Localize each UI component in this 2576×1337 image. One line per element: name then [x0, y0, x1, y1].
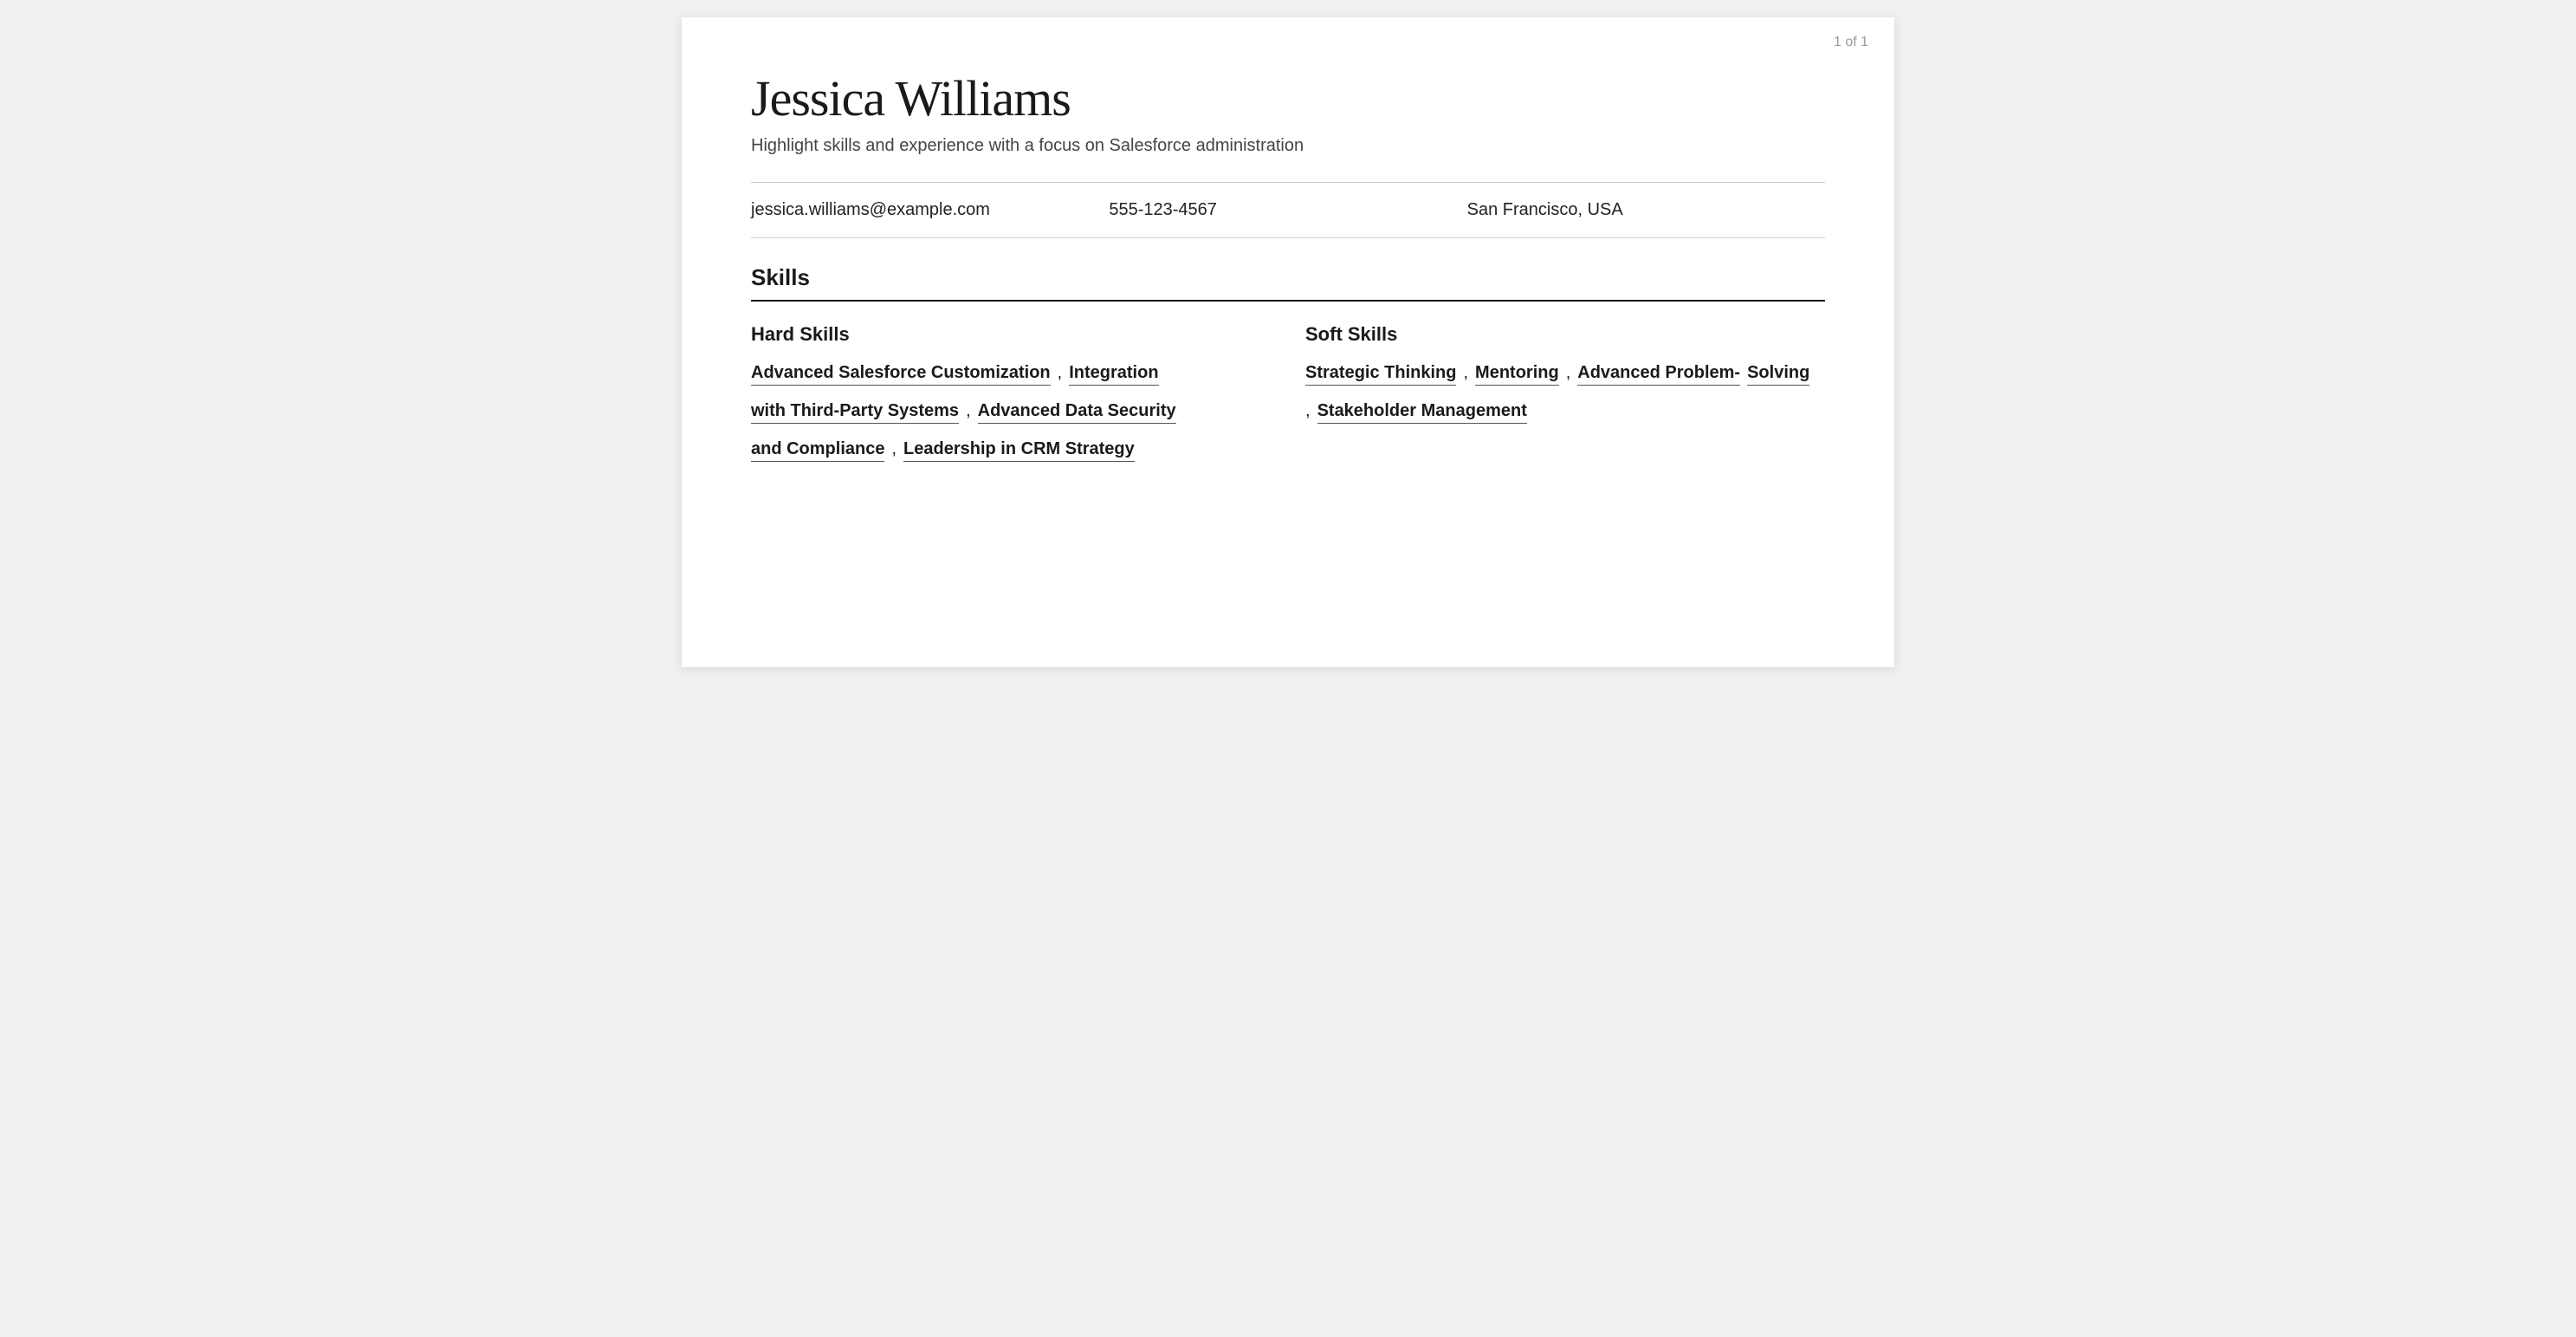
- contact-location: San Francisco, USA: [1467, 200, 1825, 220]
- skill-tag: Solving: [1747, 363, 1809, 386]
- skills-section: Skills Hard Skills Advanced Salesforce C…: [751, 264, 1825, 477]
- skill-tag: Integration: [1069, 363, 1158, 386]
- hard-skills-tags: Advanced Salesforce Customization, Integ…: [751, 363, 1271, 477]
- resume-name: Jessica Williams: [751, 69, 1825, 127]
- skill-tag: and Compliance: [751, 439, 884, 462]
- resume-page: 1 of 1 Jessica Williams Highlight skills…: [682, 17, 1894, 667]
- skill-tag: Advanced Data Security: [978, 401, 1176, 424]
- soft-skills-column: Soft Skills Strategic Thinking, Mentorin…: [1305, 323, 1825, 477]
- soft-skills-title: Soft Skills: [1305, 323, 1825, 346]
- skills-grid: Hard Skills Advanced Salesforce Customiz…: [751, 323, 1825, 477]
- contact-phone: 555-123-4567: [1109, 200, 1466, 220]
- skill-tag: Mentoring: [1475, 363, 1559, 386]
- skill-tag: Stakeholder Management: [1317, 401, 1527, 424]
- skill-tag: Leadership in CRM Strategy: [903, 439, 1135, 462]
- skill-tag: Advanced Salesforce Customization: [751, 363, 1051, 386]
- soft-skills-tags: Strategic Thinking, Mentoring, Advanced …: [1305, 363, 1825, 439]
- skill-sep: ,: [966, 401, 971, 421]
- skill-tag: Advanced Problem-: [1577, 363, 1740, 386]
- contact-section: jessica.williams@example.com 555-123-456…: [751, 182, 1825, 238]
- skill-sep: ,: [891, 439, 896, 459]
- hard-skills-column: Hard Skills Advanced Salesforce Customiz…: [751, 323, 1271, 477]
- skill-tag: with Third-Party Systems: [751, 401, 959, 424]
- skills-header: Skills: [751, 264, 1825, 291]
- skill-sep: ,: [1058, 363, 1063, 383]
- hard-skills-title: Hard Skills: [751, 323, 1271, 346]
- page-counter: 1 of 1: [1834, 35, 1868, 50]
- skills-divider: [751, 300, 1825, 302]
- skill-sep: ,: [1463, 363, 1468, 383]
- contact-email: jessica.williams@example.com: [751, 200, 1109, 220]
- skill-sep: ,: [1305, 401, 1311, 421]
- name-section: Jessica Williams Highlight skills and ex…: [751, 69, 1825, 156]
- resume-subtitle: Highlight skills and experience with a f…: [751, 136, 1825, 156]
- skill-sep: ,: [1566, 363, 1571, 383]
- skill-tag: Strategic Thinking: [1305, 363, 1456, 386]
